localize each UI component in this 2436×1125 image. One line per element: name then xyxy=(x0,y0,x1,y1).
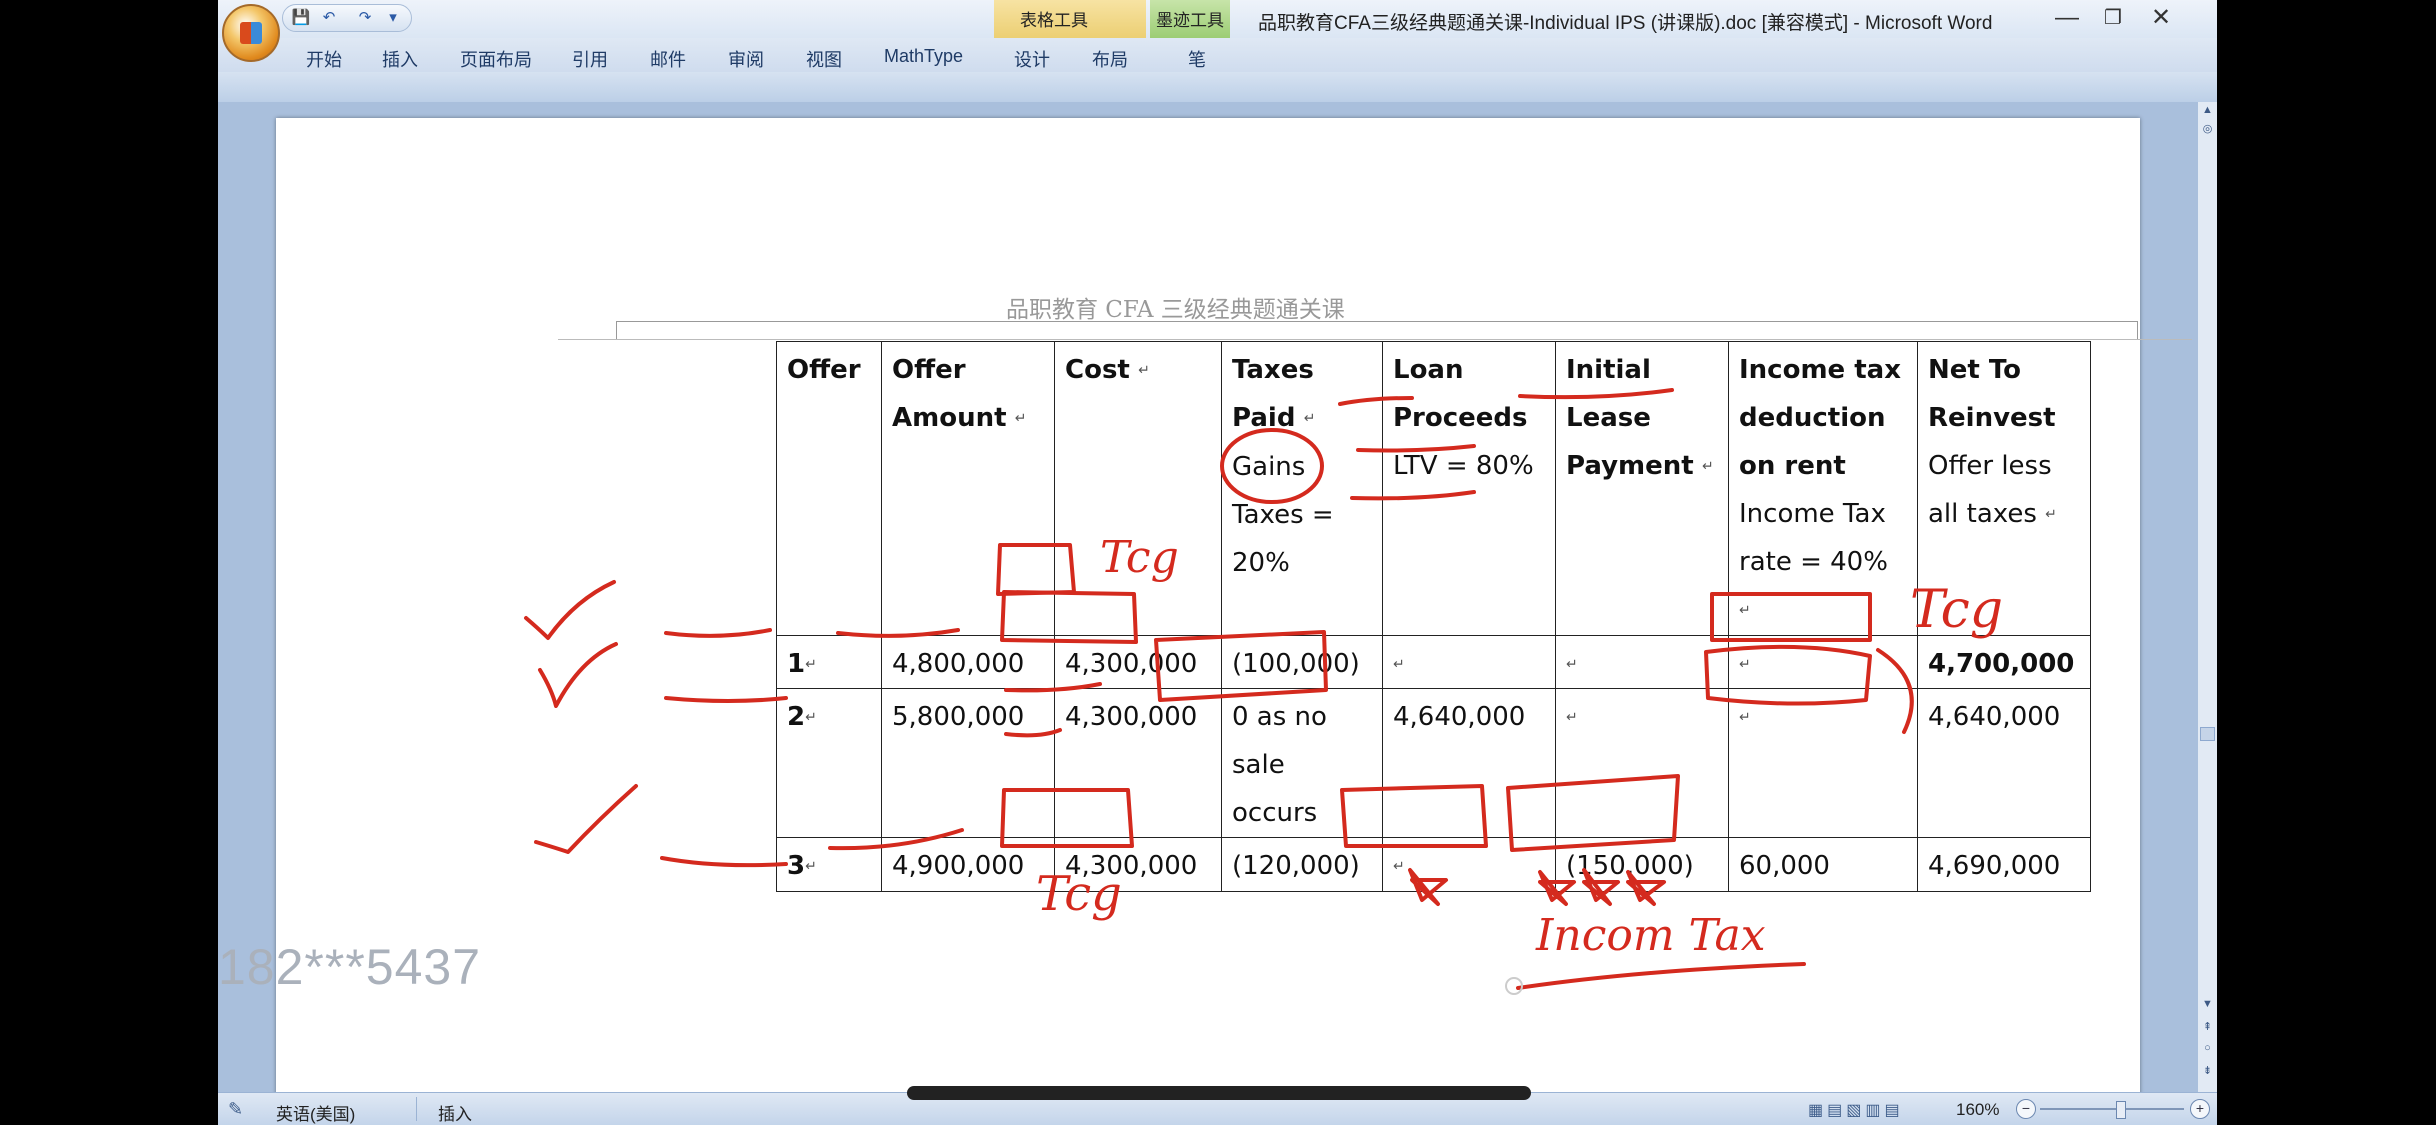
table-tools-label: 表格工具 xyxy=(1020,11,1088,30)
table-row: 2↵ 5,800,000 4,300,000 0 as no sale occu… xyxy=(776,688,2091,838)
table-cell[interactable]: 4,900,000 xyxy=(881,837,1055,892)
title-bar: 💾 ↶ ↷ ▾ 表格工具 墨迹工具 品职教育CFA三级经典题通关课-Indivi… xyxy=(218,0,2217,38)
insert-mode-indicator[interactable]: 插入 xyxy=(438,1100,472,1125)
handwritten-tcg: Tcg xyxy=(1910,580,2004,640)
ink-tools-label: 墨迹工具 xyxy=(1156,11,1224,30)
table-cell[interactable]: ↵ xyxy=(1382,634,1556,689)
close-button[interactable]: ✕ xyxy=(2138,2,2184,34)
ribbon-tabs: 开始 插入 页面布局 引用 邮件 审阅 视图 MathType 设计 布局 笔 … xyxy=(218,38,2217,102)
table-cell[interactable]: 4,300,000 xyxy=(1054,634,1222,689)
table-cell[interactable]: ↵ xyxy=(1728,634,1918,689)
handwritten-tcg: Tcg xyxy=(1100,532,1179,583)
tab-layout[interactable]: 布局 xyxy=(1092,46,1128,72)
table-row: 1↵ 4,800,000 4,300,000 (100,000) ↵ ↵ ↵ 4… xyxy=(776,634,2091,689)
proofing-icon[interactable]: ✎ xyxy=(228,1099,243,1120)
table-row: 3↵ 4,900,000 4,300,000 (120,000) ↵ (150,… xyxy=(776,837,2091,892)
table-tools-group: 表格工具 xyxy=(994,0,1146,38)
scroll-up-icon[interactable]: ▲ xyxy=(2200,104,2215,118)
header-cell[interactable]: Loan Proceeds LTV = 80% xyxy=(1382,341,1556,636)
table-cell[interactable]: 5,800,000 xyxy=(881,688,1055,838)
view-buttons-icon[interactable]: ▦▤▧▥▤ xyxy=(1808,1100,1904,1120)
table-cell[interactable]: (120,000) xyxy=(1221,837,1383,892)
table-cell[interactable]: 3↵ xyxy=(776,837,882,892)
tab-home[interactable]: 开始 xyxy=(306,46,342,72)
document-workspace: 品职教育 CFA 三级经典题通关课 Offer Offer Amount ↵ C… xyxy=(218,102,2198,1098)
header-border xyxy=(616,321,2138,340)
tab-page-layout[interactable]: 页面布局 xyxy=(460,46,532,72)
scroll-down-icon[interactable]: ▼ xyxy=(2200,998,2215,1012)
tab-review[interactable]: 审阅 xyxy=(728,46,764,72)
home-indicator[interactable] xyxy=(907,1086,1531,1100)
save-icon[interactable]: 💾 xyxy=(291,9,311,27)
header-note: Gains Taxes = 20% xyxy=(1232,451,1334,578)
scroll-thumb[interactable] xyxy=(2200,727,2215,741)
zoom-level[interactable]: 160% xyxy=(1956,1100,1999,1120)
word-window: 💾 ↶ ↷ ▾ 表格工具 墨迹工具 品职教育CFA三级经典题通关课-Indivi… xyxy=(218,0,2217,1125)
table-header-row: Offer Offer Amount ↵ Cost ↵ Taxes Paid ↵… xyxy=(776,341,2091,636)
quick-access-toolbar: 💾 ↶ ↷ ▾ xyxy=(282,4,412,32)
table-cell[interactable]: 4,690,000 xyxy=(1917,837,2091,892)
table-cell[interactable]: 2↵ xyxy=(776,688,882,838)
zoom-in-button[interactable]: + xyxy=(2190,1099,2210,1119)
minimize-button[interactable]: — xyxy=(2044,2,2090,34)
status-divider xyxy=(416,1097,417,1121)
table-cell[interactable]: 60,000 xyxy=(1728,837,1918,892)
table-cell[interactable]: 4,640,000 xyxy=(1382,688,1556,838)
tab-pen[interactable]: 笔 xyxy=(1188,46,1206,72)
customize-toolbar-icon[interactable]: ▾ xyxy=(383,9,403,27)
header-note: LTV = 80% xyxy=(1393,451,1534,481)
tab-references[interactable]: 引用 xyxy=(572,46,608,72)
offers-table: Offer Offer Amount ↵ Cost ↵ Taxes Paid ↵… xyxy=(776,341,2091,892)
header-cell[interactable]: Income tax deduction on rent Income Tax r… xyxy=(1728,341,1918,636)
redo-icon[interactable]: ↷ xyxy=(355,9,375,27)
restore-button[interactable]: ❐ xyxy=(2090,2,2136,34)
header-note: Income Tax rate = 40% xyxy=(1739,499,1888,577)
table-cell[interactable]: ↵ xyxy=(1382,837,1556,892)
zoom-out-button[interactable]: − xyxy=(2016,1099,2036,1119)
table-cell[interactable]: 4,300,000 xyxy=(1054,688,1222,838)
table-cell[interactable]: 1↵ xyxy=(776,634,882,689)
header-rule xyxy=(558,339,2192,340)
tab-mailings[interactable]: 邮件 xyxy=(650,46,686,72)
table-cell[interactable]: 4,700,000 xyxy=(1917,634,2091,689)
header-cell[interactable]: Initial Lease Payment ↵ xyxy=(1555,341,1729,636)
header-cell[interactable]: Taxes Paid ↵ Gains Taxes = 20% xyxy=(1221,341,1383,636)
header-cell[interactable]: Offer Amount ↵ xyxy=(881,341,1055,636)
ruler-toggle-icon[interactable]: ◎ xyxy=(2200,122,2215,136)
browse-object-icon[interactable]: ○ xyxy=(2200,1042,2215,1056)
zoom-slider-track[interactable] xyxy=(2040,1108,2184,1110)
table-cell[interactable]: ↵ xyxy=(1555,688,1729,838)
table-cell[interactable]: 4,800,000 xyxy=(881,634,1055,689)
header-cell[interactable]: Cost ↵ xyxy=(1054,341,1222,636)
window-title: 品职教育CFA三级经典题通关课-Individual IPS (讲课版).doc… xyxy=(1258,13,1993,34)
handwritten-tcg: Tcg xyxy=(1036,866,1122,922)
table-cell[interactable]: 4,640,000 xyxy=(1917,688,2091,838)
tab-view[interactable]: 视图 xyxy=(806,46,842,72)
page-header-text: 品职教育 CFA 三级经典题通关课 xyxy=(1006,297,1345,323)
table-cell[interactable]: 0 as no sale occurs xyxy=(1221,688,1383,838)
header-note: Offer less all taxes xyxy=(1928,451,2052,529)
next-page-icon[interactable]: ⇟ xyxy=(2200,1064,2215,1078)
ribbon-collapsed xyxy=(218,72,2217,103)
office-button[interactable] xyxy=(222,4,280,62)
table-cell[interactable]: (150,000) xyxy=(1555,837,1729,892)
previous-page-icon[interactable]: ⇞ xyxy=(2200,1020,2215,1034)
header-cell[interactable]: Offer xyxy=(776,341,882,636)
ink-tools-group: 墨迹工具 xyxy=(1150,0,1230,38)
table-cell[interactable]: (100,000) xyxy=(1221,634,1383,689)
zoom-slider-knob[interactable] xyxy=(2116,1101,2126,1119)
handwritten-income-tax: Incom Tax xyxy=(1536,910,1766,961)
document-page[interactable]: 品职教育 CFA 三级经典题通关课 Offer Offer Amount ↵ C… xyxy=(276,118,2192,1098)
tab-mathtype[interactable]: MathType xyxy=(884,46,963,67)
language-indicator[interactable]: 英语(美国) xyxy=(276,1100,355,1125)
vertical-scrollbar[interactable]: ▲ ◎ ▼ ⇞ ○ ⇟ xyxy=(2198,102,2217,1092)
tab-design[interactable]: 设计 xyxy=(1014,46,1050,72)
table-cell[interactable]: ↵ xyxy=(1555,634,1729,689)
tab-insert[interactable]: 插入 xyxy=(382,46,418,72)
user-watermark: 182***5437 xyxy=(218,939,482,995)
undo-icon[interactable]: ↶ xyxy=(319,9,339,27)
table-cell[interactable]: ↵ xyxy=(1728,688,1918,838)
